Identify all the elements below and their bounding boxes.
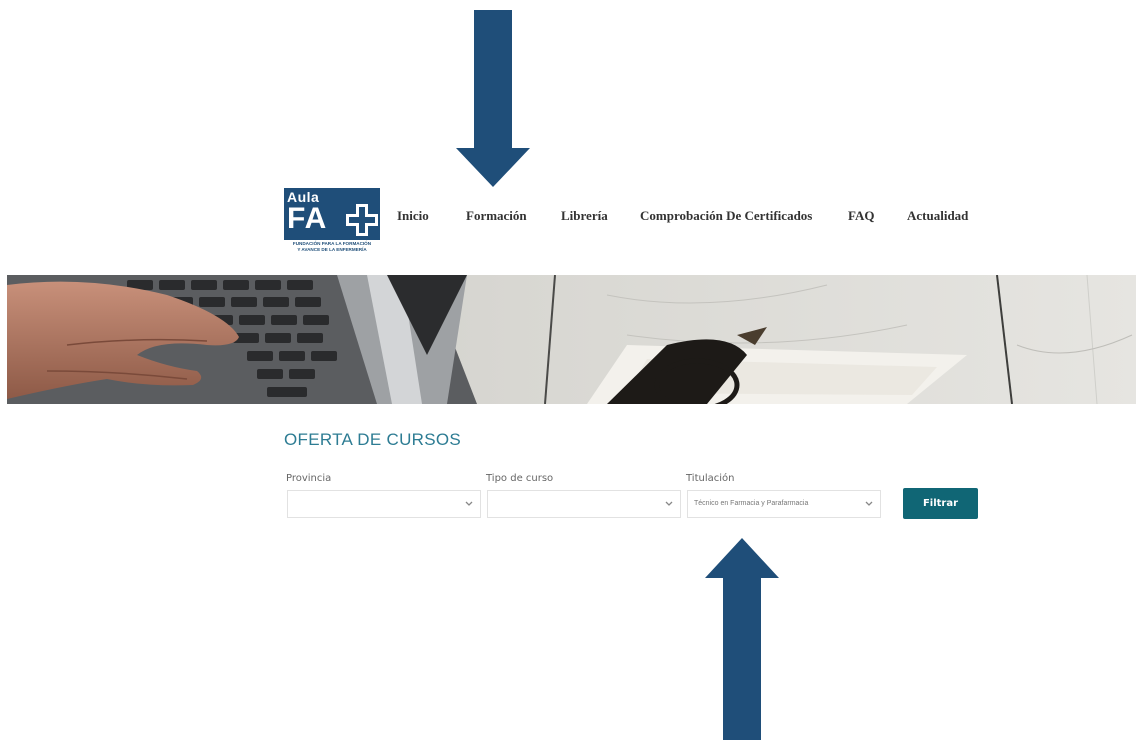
nav-item-inicio[interactable]: Inicio bbox=[397, 208, 429, 224]
chevron-down-icon bbox=[865, 501, 873, 506]
titulacion-select[interactable]: Técnico en Farmacia y Parafarmacia bbox=[687, 490, 881, 518]
tipo-curso-label: Tipo de curso bbox=[486, 473, 554, 484]
nav-item-libreria[interactable]: Librería bbox=[561, 208, 608, 224]
nav-item-actualidad[interactable]: Actualidad bbox=[907, 208, 968, 224]
section-title: OFERTA DE CURSOS bbox=[284, 430, 462, 449]
nav-item-formacion[interactable]: Formación bbox=[466, 208, 527, 224]
chevron-down-icon bbox=[465, 501, 473, 506]
chevron-down-icon bbox=[665, 501, 673, 506]
nav-item-faq[interactable]: FAQ bbox=[848, 208, 874, 224]
filtrar-button[interactable]: Filtrar bbox=[903, 488, 978, 519]
provincia-label: Provincia bbox=[286, 473, 332, 484]
logo-tagline: FUNDACIÓN PARA LA FORMACIÓN Y AVANCE DE … bbox=[284, 241, 380, 253]
tipo-curso-select[interactable] bbox=[487, 490, 681, 518]
hero-banner-image bbox=[7, 275, 1136, 404]
titulacion-label: Titulación bbox=[686, 473, 735, 484]
provincia-select[interactable] bbox=[287, 490, 481, 518]
logo-box: Aula FA bbox=[284, 188, 380, 240]
nav-item-comprobacion-certificados[interactable]: Comprobación De Certificados bbox=[640, 208, 812, 224]
logo-cross-icon bbox=[346, 204, 378, 236]
titulacion-select-value: Técnico en Farmacia y Parafarmacia bbox=[694, 500, 809, 507]
logo-tagline-line-2: Y AVANCE DE LA ENFERMERÍA bbox=[297, 247, 367, 252]
logo-fa-text: FA bbox=[287, 202, 328, 235]
arrow-up-icon bbox=[705, 538, 779, 740]
site-logo[interactable]: Aula FA FUNDACIÓN PARA LA FORMACIÓN Y AV… bbox=[284, 188, 380, 256]
arrow-down-icon bbox=[456, 10, 530, 187]
